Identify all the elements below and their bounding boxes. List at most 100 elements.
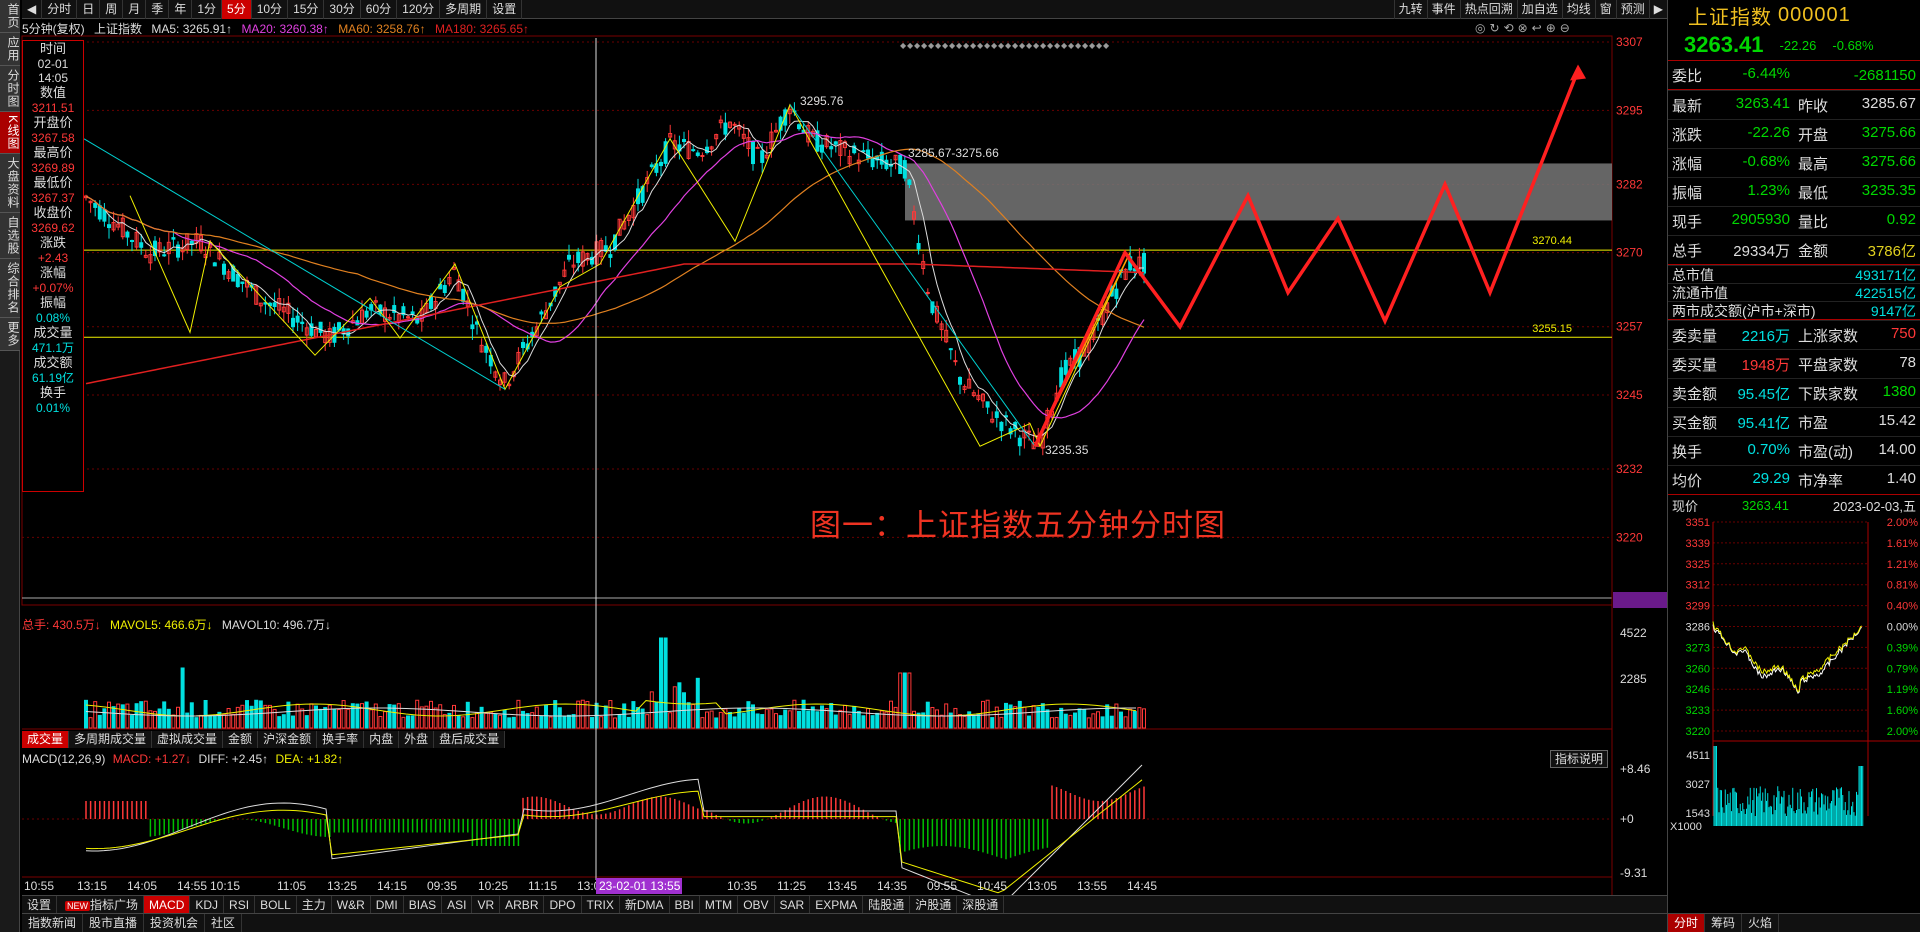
indicator-tab-23[interactable]: 深股通 (957, 896, 1005, 913)
candle-body (953, 360, 958, 363)
indicator-tab-15[interactable]: 新DMA (620, 896, 670, 913)
indicator-tab-18[interactable]: OBV (738, 896, 775, 913)
volume-bar (590, 717, 594, 729)
volume-bar (838, 709, 843, 729)
volume-tab-5[interactable]: 换手率 (317, 731, 365, 748)
indicator-tab-13[interactable]: DPO (544, 896, 582, 913)
indicator-tab-14[interactable]: TRIX (582, 896, 620, 913)
quote-cell: 涨跌 -22.26 (1668, 124, 1794, 145)
quote-panel: 上证指数 000001 3263.41 -22.26 -0.68% 委比 -6.4… (1667, 0, 1920, 932)
volume-bar (208, 715, 213, 729)
volume-tab-8[interactable]: 盘后成交量 (434, 731, 506, 748)
mini-tab-0[interactable]: 分时 (1668, 914, 1706, 932)
indicator-tab-21[interactable]: 陆股通 (863, 896, 911, 913)
indicator-tab-22[interactable]: 沪股通 (910, 896, 958, 913)
volume-bar (120, 704, 125, 729)
indicator-tab-16[interactable]: BBI (670, 896, 700, 913)
volume-bar (185, 712, 190, 729)
marker-dot: ◆ (1040, 41, 1047, 50)
quote-cell: 总手 29334万 (1668, 240, 1794, 261)
marker-dot: ◆ (991, 41, 998, 50)
forecast-arrow-icon (1570, 64, 1586, 81)
marker-dot: ◆ (1033, 41, 1040, 50)
volume-bar (672, 686, 677, 729)
dw-value-0: 02-01 (37, 57, 69, 71)
trend-line-1 (83, 138, 506, 390)
marker-dot: ◆ (1096, 41, 1103, 50)
quote-cell: 下跌家数 1380 (1794, 383, 1920, 404)
indicator-tab-12[interactable]: ARBR (500, 896, 545, 913)
mini-tab-2[interactable]: 火焰 (1742, 914, 1780, 932)
volume-bar (654, 701, 659, 729)
indicator-tab-10[interactable]: ASI (442, 896, 473, 913)
bottom-tab-1[interactable]: 股市直播 (83, 914, 145, 932)
dw-label-0: 时间 (39, 41, 66, 56)
candle-body (760, 150, 765, 163)
indicator-tab-20[interactable]: EXPMA (810, 896, 864, 913)
chart-canvas[interactable]: ◆ ◆ ◆ ◆ ◆ ◆ ◆ ◆ ◆ ◆ ◆ ◆ ◆ ◆ ◆ ◆ ◆ ◆ ◆ ◆ ◆ ◆ ◆ ◆ ◆ ◆ ◆ ◆ ◆ ◆ 45222285 … (0, 0, 1667, 932)
indicator-tab-0[interactable]: 设置 (22, 896, 58, 913)
indicator-tab-9[interactable]: BIAS (404, 896, 443, 913)
marker-dot: ◆ (1054, 41, 1061, 50)
rows2-row-2: 卖金额 95.45亿 下跌家数 1380 (1668, 378, 1920, 407)
volume-tab-1[interactable]: 多周期成交量 (69, 731, 153, 748)
indicator-tab-label: 主力 (301, 898, 326, 912)
candle-body (925, 291, 930, 294)
quote-value: 1.23% (1747, 181, 1790, 199)
indicator-tab-5[interactable]: BOLL (255, 896, 297, 913)
time-axis-label: 11:25 (777, 879, 806, 893)
bottom-tab-2[interactable]: 投资机会 (144, 914, 206, 932)
volume-bar (1059, 707, 1064, 729)
indicator-tab-11[interactable]: VR (472, 896, 501, 913)
indicator-tab-2[interactable]: MACD (144, 896, 191, 913)
indicator-tab-17[interactable]: MTM (700, 896, 739, 913)
new-badge: NEW (65, 901, 91, 911)
volume-tab-7[interactable]: 外盘 (399, 731, 435, 748)
volume-bar (378, 715, 383, 729)
indicator-tab-label: 陆股通 (868, 898, 905, 912)
zone-annotation: 3285.67-3275.66 (908, 146, 999, 160)
indicator-tab-19[interactable]: SAR (775, 896, 811, 913)
mini-tab-1[interactable]: 筹码 (1705, 914, 1743, 932)
indicator-tab-6[interactable]: 主力 (297, 896, 332, 913)
volume-bar (695, 677, 700, 729)
volume-bar (856, 710, 861, 729)
quote-cell: 市盈(动) 14.00 (1794, 441, 1920, 462)
candle-body (829, 146, 834, 150)
indicator-tab-3[interactable]: KDJ (190, 896, 225, 913)
volume-bar (231, 713, 236, 729)
volume-bar (585, 701, 590, 729)
indicator-tab-8[interactable]: DMI (371, 896, 404, 913)
mcap-row-1: 流通市值 422515亿 (1668, 283, 1920, 301)
candle-body (212, 262, 217, 267)
volume-bar (235, 706, 240, 729)
dw-value-8: +0.07% (32, 281, 74, 295)
volume-tab-4[interactable]: 沪深金额 (258, 731, 318, 748)
volume-bar (866, 708, 870, 729)
quote-cell: 最高 3275.66 (1794, 153, 1920, 174)
mini-timeshare-chart[interactable]: 3351 2.00% 3339 1.61% 3325 1.21% 3312 0.81% 3299… (1668, 516, 1920, 833)
volume-tab-6[interactable]: 内盘 (364, 731, 400, 748)
quote-key: 开盘 (1798, 126, 1829, 144)
volume-tab-2[interactable]: 虚拟成交量 (152, 731, 224, 748)
bottom-tab-3[interactable]: 社区 (205, 914, 243, 932)
quote-key: 最高 (1798, 155, 1829, 173)
indicator-tab-7[interactable]: W&R (332, 896, 371, 913)
indicator-tab-4[interactable]: RSI (224, 896, 256, 913)
bottom-tab-0[interactable]: 指数新闻 (22, 914, 84, 932)
volume-bar (1077, 708, 1082, 729)
quote-value: 1.40 (1886, 469, 1916, 487)
indicator-tab-1[interactable]: NEW 指标广场 (57, 896, 145, 913)
volume-tab-0[interactable]: 成交量 (22, 731, 70, 748)
volume-bar (415, 699, 420, 729)
mini-avg-line (1712, 621, 1862, 693)
quote-cell: 市净率 1.40 (1794, 470, 1920, 491)
marker-dot: ◆ (1068, 41, 1075, 50)
indicator-help-button[interactable]: 指标说明 (1550, 750, 1609, 768)
dw-label-5: 最低价 (33, 175, 73, 190)
volume-bar (985, 699, 990, 729)
marker-dot: ◆ (942, 41, 949, 50)
volume-tab-3[interactable]: 金额 (223, 731, 259, 748)
time-axis-label: 10:25 (478, 879, 508, 893)
mini-axis-label: 3273 (1686, 642, 1710, 654)
